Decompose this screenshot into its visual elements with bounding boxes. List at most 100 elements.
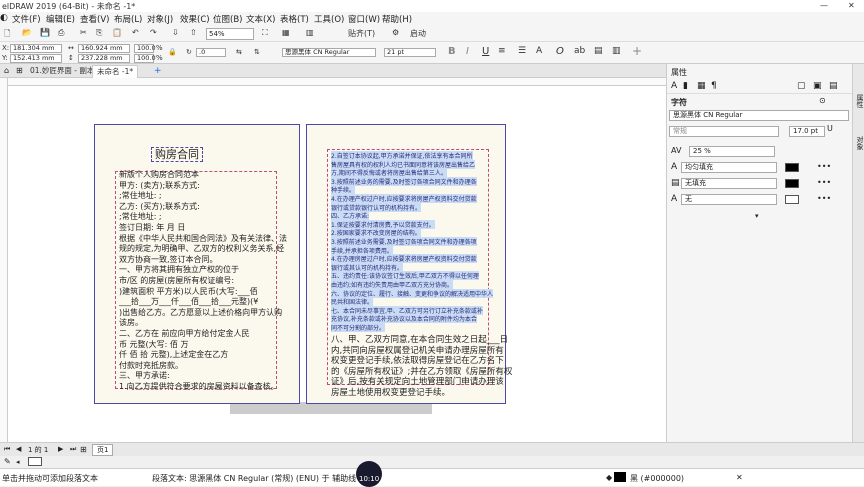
page-tab-1[interactable]: 页1 — [92, 444, 114, 456]
menu-table[interactable]: 表格(T) — [280, 13, 309, 25]
frame-tab-icon[interactable]: ▢ — [797, 81, 806, 91]
contract-text-line[interactable]: 一、甲方将其拥有独立产权的位于 — [119, 264, 239, 275]
bold-icon[interactable]: B — [448, 46, 456, 57]
layout-tab-icon[interactable]: ▣ — [813, 81, 822, 91]
contract-text-line[interactable]: )建筑面积 平方米)以人民币(大写:___佰 — [119, 286, 258, 297]
contract-text-line[interactable]: 市/区 的房屋(房屋所有权证编号: — [119, 275, 234, 286]
export-icon[interactable]: ⇧ — [190, 28, 197, 40]
menu-help[interactable]: 帮助(H) — [382, 13, 412, 25]
palette-menu-icon[interactable]: ◂ — [16, 458, 20, 466]
contract-text-line[interactable]: 币 元整(大写: 佰 万 — [119, 339, 188, 350]
contract-text-line[interactable]: 根据《中华人民共和国合同法》及有关法律、法 — [119, 233, 287, 244]
contract-text-line[interactable]: 三、甲方承诺: — [119, 370, 170, 381]
menu-window[interactable]: 窗口(W) — [348, 13, 380, 25]
menu-view[interactable]: 查看(V) — [80, 13, 109, 25]
contract-text-line[interactable]: 规的规定,为明确甲、乙双方的权利义务关系,经 — [119, 243, 284, 254]
outline-tab-icon[interactable]: A — [671, 81, 677, 91]
contract-text-line[interactable]: 房屋土地使用权变更登记手续。 — [331, 386, 450, 398]
outline-dropdown[interactable]: 无 — [681, 194, 777, 205]
menu-edit[interactable]: 编辑(E) — [46, 13, 75, 25]
more-options-icon[interactable]: ••• — [817, 162, 831, 171]
align-icon[interactable]: ≡ — [498, 46, 506, 56]
text-fill-dropdown[interactable]: 均匀填充 — [681, 162, 777, 173]
new-document-icon[interactable]: 🗋 — [4, 28, 10, 40]
contract-text-line[interactable]: 签订日期: 年 月 日 — [119, 222, 185, 233]
expand-chevron-icon[interactable]: ▾ — [755, 212, 759, 220]
outline-color-swatch[interactable] — [785, 195, 799, 204]
no-color-swatch[interactable] — [28, 457, 42, 466]
tab-current-doc[interactable]: 未命名 -1* — [92, 65, 139, 78]
last-page-icon[interactable]: ⏭ — [70, 445, 76, 454]
settings-dot-icon[interactable]: ⊙ — [819, 96, 826, 105]
side-tab-properties[interactable]: 属性 — [855, 94, 864, 108]
menu-effects[interactable]: 效果(C) — [180, 13, 210, 25]
menu-text[interactable]: 文本(X) — [246, 13, 275, 25]
contract-text-line[interactable]: 乙方: (买方);联系方式: — [119, 201, 200, 212]
font-size-field[interactable]: 17.0 pt — [789, 126, 825, 137]
font-family-dropdown[interactable]: 思源黑体 CN Regular — [669, 110, 849, 121]
edit-text-icon[interactable]: ab — [574, 46, 585, 56]
menu-file[interactable]: 文件(F) — [12, 13, 41, 25]
bullet-list-icon[interactable]: ☰ — [518, 46, 526, 56]
rotate-icon[interactable]: ↻ — [186, 48, 192, 56]
undo-icon[interactable]: ↶ — [132, 28, 139, 40]
contract-title[interactable]: 购房合同 — [151, 147, 203, 162]
contract-text-line[interactable]: 付款时充抵房款。 — [119, 360, 183, 371]
contract-text-line[interactable]: 双方协商一致,签订本合同。 — [119, 254, 218, 265]
add-page-icon[interactable]: ⊞ — [80, 445, 87, 454]
lock-ratio-icon[interactable]: 🔒 — [168, 48, 177, 56]
scale-y-field[interactable]: 100.0 — [134, 54, 156, 63]
background-fill-dropdown[interactable]: 无填充 — [681, 178, 777, 189]
font-family-select[interactable]: 思源黑体 CN Regular — [282, 48, 376, 57]
fill-color-swatch[interactable] — [785, 163, 799, 172]
contract-text-line[interactable]: 新版个人购房合同范本 — [119, 169, 199, 180]
grid-view-icon[interactable]: ⊞ — [16, 66, 23, 75]
cut-icon[interactable]: ✂ — [80, 28, 87, 40]
drop-cap-icon[interactable]: A — [536, 46, 542, 56]
text-properties-icon[interactable]: O — [556, 46, 564, 57]
snap-to-button[interactable]: 贴齐(T) — [348, 28, 384, 40]
options-gear-icon[interactable]: ⚙ — [392, 28, 399, 40]
menu-bitmap[interactable]: 位图(B) — [213, 13, 242, 25]
selected-text-line[interactable]: 同不可分割的部分。 — [331, 323, 386, 332]
menu-layout[interactable]: 布局(L) — [114, 13, 142, 25]
redo-icon[interactable]: ↷ — [150, 28, 157, 40]
horizontal-text-icon[interactable]: ▤ — [594, 46, 603, 56]
vertical-text-icon[interactable]: ▥ — [612, 46, 621, 56]
contract-text-line[interactable]: 二、乙方在 前应向甲方给付定金人民 — [119, 328, 250, 339]
contract-text-line[interactable]: 甲方: (卖方);联系方式: — [119, 180, 200, 191]
more-options-icon[interactable]: ••• — [817, 194, 831, 203]
save-icon[interactable]: 💾 — [40, 28, 50, 40]
angle-field[interactable]: .0 — [196, 48, 226, 57]
add-tab-button[interactable]: + — [150, 65, 166, 78]
page-right[interactable]: 2.自签订本协议起,甲方承诺并保证,依法享有本合同所 售房屋具有权的权利人均已书面… — [306, 124, 512, 404]
rulers-icon[interactable]: ▥ — [306, 28, 314, 40]
minimize-icon[interactable]: — — [820, 1, 828, 10]
y-position-field[interactable]: 152.413 mm — [10, 54, 62, 63]
zoom-level-select[interactable]: 54% — [206, 28, 254, 40]
menu-tools[interactable]: 工具(O) — [314, 13, 344, 25]
grid-icon[interactable]: ▦ — [282, 28, 290, 40]
underline-icon-panel[interactable]: U — [827, 124, 833, 133]
next-page-icon[interactable]: ▶ — [58, 445, 63, 453]
print-icon[interactable]: ⎙ — [58, 28, 64, 40]
contract-text-line[interactable]: 1.向乙方提供符合要求的房屋资料以备查核。 — [119, 381, 279, 392]
page-left[interactable]: 购房合同 新版个人购房合同范本 甲方: (卖方);联系方式: ;常住地址: ; 乙方:… — [94, 124, 300, 404]
contract-text-line[interactable]: 仟 佰 拾 元整),上述定金在乙方 — [119, 349, 228, 360]
font-style-dropdown[interactable]: 常规 — [669, 126, 779, 137]
mirror-h-icon[interactable]: ⇆ — [236, 48, 242, 56]
tracking-field[interactable]: 25 % — [689, 146, 775, 157]
height-field[interactable]: 237.228 mm — [78, 54, 130, 63]
contract-text-line[interactable]: ;常住地址: ; — [119, 190, 162, 201]
paragraph-tab-icon[interactable]: ¶ — [711, 81, 717, 91]
paste-icon[interactable]: 📋 — [112, 28, 122, 40]
tab-settings-icon[interactable]: ▤ — [829, 81, 838, 91]
contract-text-line[interactable]: 该房。 — [119, 317, 143, 328]
font-size-select[interactable]: 21 pt — [384, 48, 436, 57]
contract-text-line[interactable]: ;常住地址: ; — [119, 211, 162, 222]
horizontal-ruler[interactable] — [6, 78, 666, 86]
fill-tab-icon[interactable]: ▮ — [683, 81, 688, 91]
contract-text-line[interactable]: )出售给乙方。乙方愿意以上述价格向甲方认购 — [119, 307, 282, 318]
drawing-canvas[interactable]: 购房合同 新版个人购房合同范本 甲方: (卖方);联系方式: ;常住地址: ; 乙方:… — [8, 86, 666, 442]
open-icon[interactable]: 📂 — [22, 28, 32, 40]
